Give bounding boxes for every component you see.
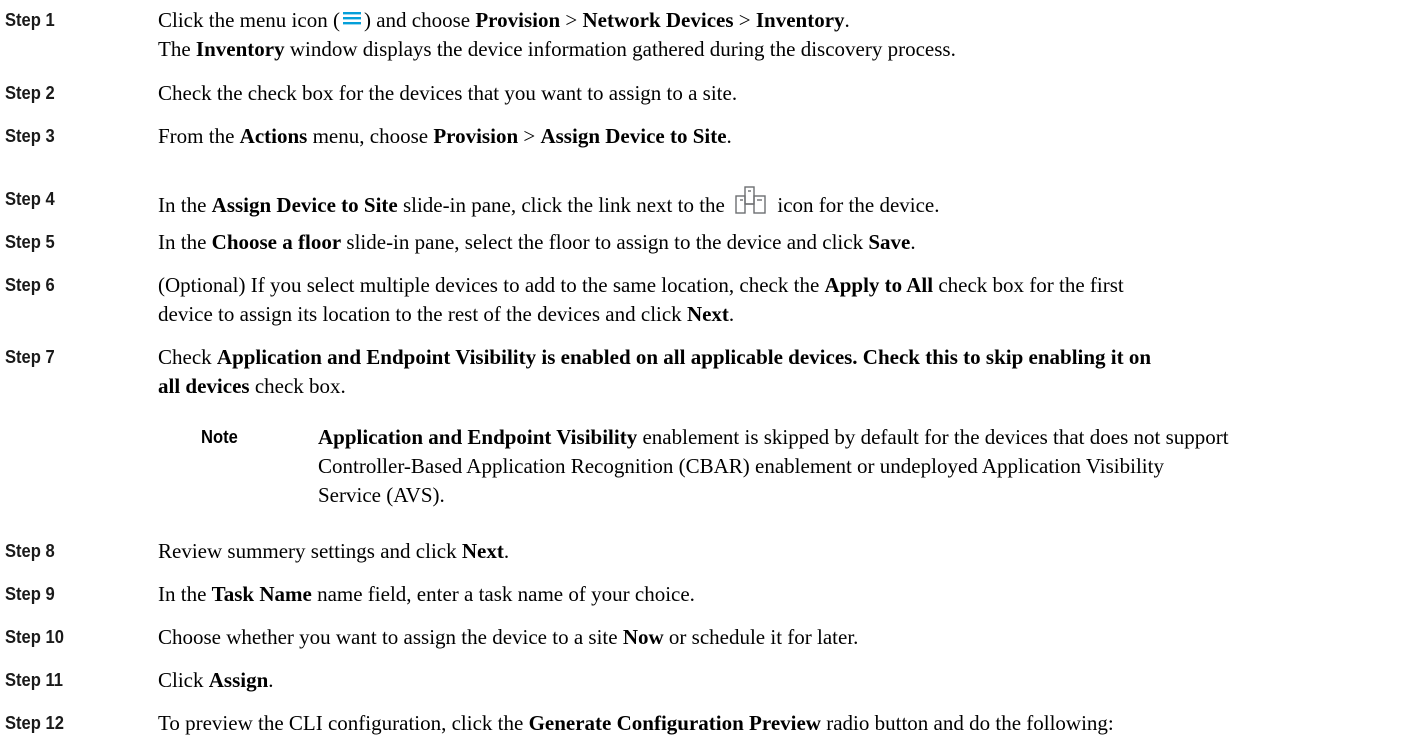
menu-path-assign-device: Assign Device to Site (540, 124, 727, 148)
step-text: The (158, 37, 196, 61)
step-text: window displays the device information g… (284, 37, 956, 61)
step-text: . (503, 539, 510, 563)
step-text: slide-in pane, click the link next to th… (397, 193, 731, 217)
step-text: ) and choose (363, 8, 476, 32)
step-body: In the Choose a floor slide-in pane, sel… (158, 228, 1398, 257)
radio-name: Generate Configuration Preview (528, 711, 821, 735)
step-label: Step 10 (5, 627, 64, 647)
step-body: Click the menu icon ( ) and choose Provis… (158, 6, 1398, 64)
step-label: Step 8 (5, 541, 55, 561)
step-label: Step 9 (5, 584, 55, 604)
step-text: (Optional) If you select multiple device… (158, 273, 825, 297)
note-label: Note (201, 427, 238, 447)
checkbox-name: Application and Endpoint Visibility is e… (216, 345, 1152, 369)
menu-path-inventory: Inventory (755, 8, 845, 32)
step-label: Step 11 (5, 670, 64, 690)
step-text: In the (158, 230, 212, 254)
step-text: To preview the CLI configuration, click … (158, 711, 529, 735)
note-text: Service (AVS). (318, 483, 445, 507)
step-text: slide-in pane, select the floor to assig… (341, 230, 869, 254)
checkbox-name: Apply to All (824, 273, 934, 297)
step-label: Step 7 (5, 347, 55, 367)
step-text: check box for the first (933, 273, 1124, 297)
step-label: Step 2 (5, 83, 55, 103)
menu-icon (342, 12, 361, 25)
step-body: To preview the CLI configuration, click … (158, 709, 1398, 738)
button-name-next: Next (461, 539, 504, 563)
step-body: From the Actions menu, choose Provision … (158, 122, 1398, 151)
step-text: . (728, 302, 735, 326)
step-body: (Optional) If you select multiple device… (158, 271, 1398, 329)
step-text: device to assign its location to the res… (158, 302, 687, 326)
site-hierarchy-icon (735, 186, 766, 214)
menu-path-provision: Provision (475, 8, 561, 32)
button-name-next: Next (686, 302, 729, 326)
path-separator: > (560, 8, 583, 32)
pane-name: Assign Device to Site (211, 193, 398, 217)
step-body: Check Application and Endpoint Visibilit… (158, 343, 1398, 401)
step-body: Check the check box for the devices that… (158, 81, 738, 105)
step-text: From the (158, 124, 240, 148)
path-separator: > (733, 8, 756, 32)
menu-path-provision: Provision (433, 124, 519, 148)
step-label: Step 5 (5, 232, 55, 252)
step-body: Click Assign. (158, 666, 1398, 695)
step-label: Step 3 (5, 126, 55, 146)
step-text: Click (158, 668, 209, 692)
step-text: Review summery settings and click (158, 539, 462, 563)
pane-name: Choose a floor (211, 230, 342, 254)
option-now: Now (622, 625, 664, 649)
step-body: Review summery settings and click Next. (158, 537, 1398, 566)
step-body: In the Task Name name field, enter a tas… (158, 580, 1398, 609)
step-label: Step 4 (5, 189, 55, 209)
note-body: Application and Endpoint Visibility enab… (318, 423, 1398, 510)
step-text: . (910, 230, 916, 254)
step-label: Step 1 (5, 10, 55, 30)
step-text: name field, enter a task name of your ch… (311, 582, 695, 606)
step-text: check box. (249, 374, 346, 398)
feature-name: Application and Endpoint Visibility (318, 425, 638, 449)
step-label: Step 12 (5, 713, 64, 733)
button-name-save: Save (868, 230, 911, 254)
step-text: or schedule it for later. (663, 625, 859, 649)
step-text: In the (158, 193, 212, 217)
step-text: In the (158, 582, 212, 606)
window-name: Inventory (195, 37, 285, 61)
step-text: menu, choose (307, 124, 434, 148)
step-text: Choose whether you want to assign the de… (158, 625, 623, 649)
step-text: . (268, 668, 274, 692)
menu-actions: Actions (239, 124, 308, 148)
step-text: icon for the device. (772, 193, 940, 217)
menu-path-network-devices: Network Devices (582, 8, 734, 32)
step-body: Choose whether you want to assign the de… (158, 623, 1398, 652)
step-label: Step 6 (5, 275, 55, 295)
procedure-document: Step 1 Click the menu icon ( ) and choose… (0, 0, 1428, 744)
step-body: In the Assign Device to Site slide-in pa… (158, 185, 1398, 220)
step-text: . (726, 124, 732, 148)
checkbox-name: all devices (158, 374, 250, 398)
field-name: Task Name (211, 582, 312, 606)
step-text: . (844, 8, 850, 32)
note-text: Controller-Based Application Recognition… (318, 454, 1164, 478)
path-separator: > (518, 124, 541, 148)
step-text: radio button and do the following: (820, 711, 1114, 735)
step-text: Check (158, 345, 217, 369)
button-name-assign: Assign (208, 668, 269, 692)
step-text: Click the menu icon ( (158, 8, 340, 32)
note-text: enablement is skipped by default for the… (637, 425, 1229, 449)
